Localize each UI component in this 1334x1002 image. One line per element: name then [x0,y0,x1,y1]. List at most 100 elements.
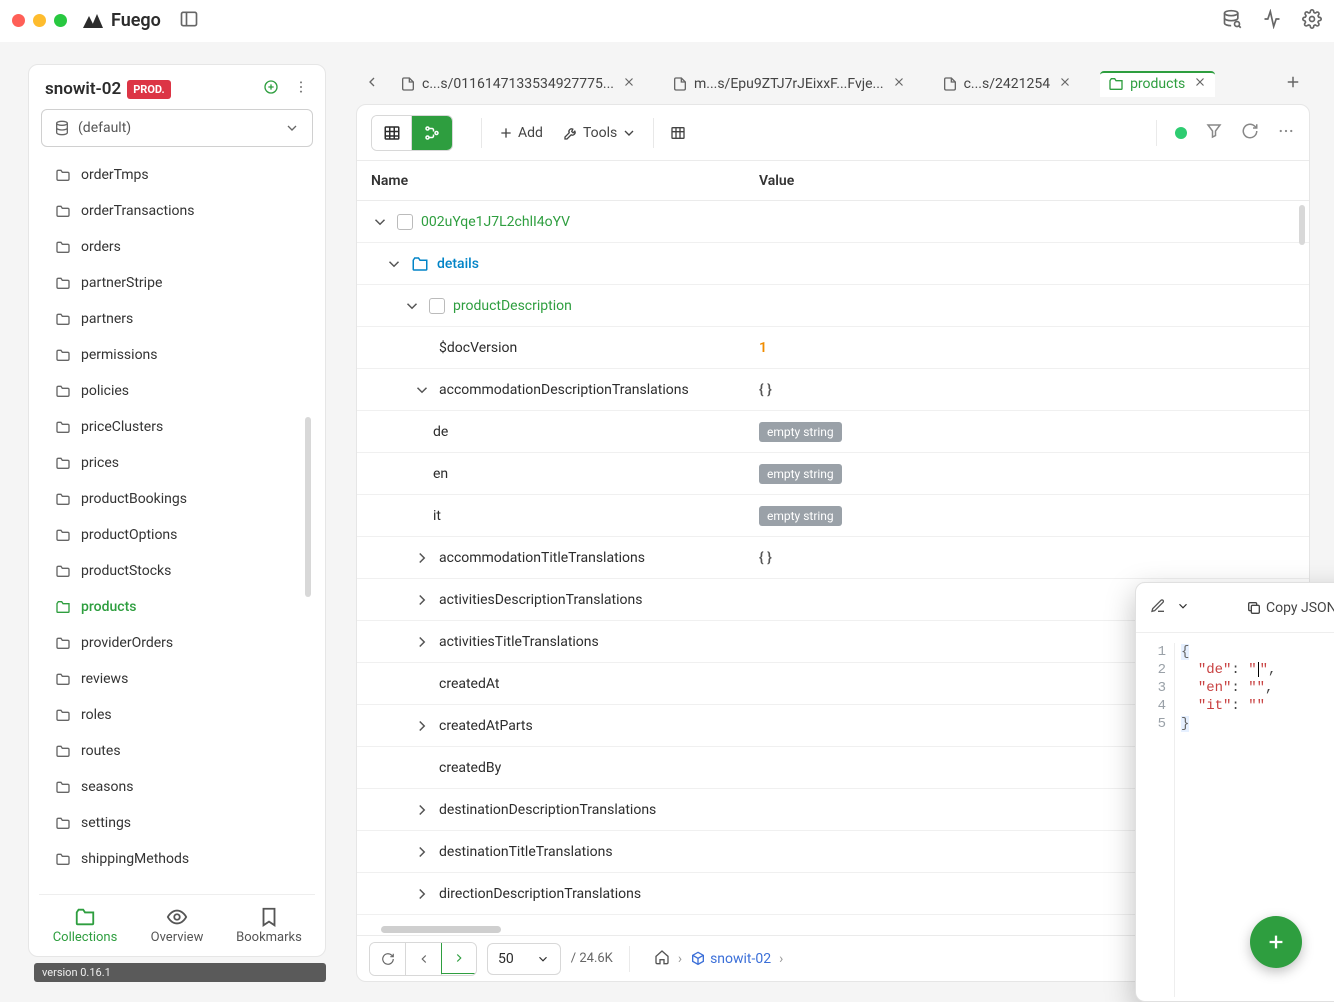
breadcrumb-project[interactable]: snowit-02 [690,951,771,967]
doc-row[interactable]: 002uYqe1J7L2chlI4oYV [357,213,759,231]
product-desc-row[interactable]: productDescription [357,297,759,315]
sidebar-item-permissions[interactable]: permissions [55,337,315,373]
sidebar-item-productStocks[interactable]: productStocks [55,553,315,589]
column-value: Value [759,173,794,189]
pager-refresh[interactable] [370,943,406,975]
sidebar-item-prices[interactable]: prices [55,445,315,481]
edit-dropdown-icon[interactable] [1176,599,1190,617]
minimize-window[interactable] [33,14,46,27]
pd-checkbox[interactable] [429,298,445,314]
grid-h-scrollbar[interactable] [381,926,501,933]
pager-next[interactable] [441,942,477,974]
sidebar-item-productOptions[interactable]: productOptions [55,517,315,553]
tab-close-icon[interactable] [892,75,906,93]
tree-view-button[interactable] [412,116,452,150]
more-icon[interactable] [1277,122,1295,144]
doc-checkbox[interactable] [397,214,413,230]
home-icon[interactable] [654,949,670,969]
editor-tab-0[interactable]: c...s/0116147133534927775... [392,71,644,97]
sidebar-toggle-icon[interactable] [179,9,199,33]
app-name: Fuego [111,10,161,31]
titlebar: Fuego [0,0,1334,42]
activity-icon[interactable] [1262,9,1282,33]
sidebar-item-reviews[interactable]: reviews [55,661,315,697]
sidebar-tab-bookmarks[interactable]: Bookmarks [223,895,315,956]
pager [369,942,477,976]
new-tab-button[interactable] [1276,73,1310,95]
tabs-back-icon[interactable] [360,74,384,94]
json-editor[interactable]: 1 2 3 4 5 { "de": "", "en": "", "it": ""… [1136,633,1334,1001]
titlebar-actions [1222,9,1322,33]
maximize-window[interactable] [54,14,67,27]
tab-close-icon[interactable] [622,75,636,93]
tab-close-icon[interactable] [1058,75,1072,93]
editor-tab-1[interactable]: m...s/Epu9ZTJ7rJEixxF...Fvje... [664,71,914,97]
copy-json-button[interactable]: Copy JSON [1246,600,1334,616]
acc-desc-row[interactable]: accommodationDescriptionTranslations [357,381,759,399]
project-add-icon[interactable] [263,79,279,99]
database-icon[interactable] [1222,9,1242,33]
sidebar-item-partnerStripe[interactable]: partnerStripe [55,265,315,301]
acc-title-row[interactable]: accommodationTitleTranslations [357,549,759,567]
status-indicator [1175,127,1187,139]
lang-de-row[interactable]: de [357,424,759,440]
lang-it-row[interactable]: it [357,508,759,524]
sidebar-item-productBookings[interactable]: productBookings [55,481,315,517]
sidebar-item-settings[interactable]: settings [55,805,315,841]
tools-button[interactable]: Tools [553,116,647,150]
fab-add-button[interactable] [1250,916,1302,968]
sidebar-item-policies[interactable]: policies [55,373,315,409]
add-button[interactable]: Add [488,116,553,150]
act-title-row[interactable]: activitiesTitleTranslations [357,633,759,651]
sidebar-item-orderTransactions[interactable]: orderTransactions [55,193,315,229]
database-select-value: (default) [78,120,131,136]
version-badge: version 0.16.1 [34,963,326,982]
tab-close-icon[interactable] [1193,75,1207,93]
columns-button[interactable] [660,116,696,150]
dest-title-row[interactable]: destinationTitleTranslations [357,843,759,861]
details-row[interactable]: details [357,255,759,273]
dest-desc-row[interactable]: destinationDescriptionTranslations [357,801,759,819]
view-mode-group [371,115,453,151]
sidebar-item-orderTmps[interactable]: orderTmps [55,157,315,193]
database-select[interactable]: (default) [41,109,313,147]
sidebar-tabs: Collections Overview Bookmarks [39,894,315,956]
refresh-icon[interactable] [1241,122,1259,144]
sidebar-tab-collections[interactable]: Collections [39,895,131,956]
editor-tab-2[interactable]: c...s/2421254 [934,71,1080,97]
filter-icon[interactable] [1205,122,1223,144]
window-controls [12,14,67,27]
created-at-row[interactable]: createdAt [357,676,759,692]
sidebar-item-partners[interactable]: partners [55,301,315,337]
pager-prev[interactable] [406,943,442,975]
editor-tabs: c...s/0116147133534927775... m...s/Epu9ZT… [356,64,1310,104]
lang-en-row[interactable]: en [357,466,759,482]
main: c...s/0116147133534927775... m...s/Epu9ZT… [356,64,1310,982]
project-name: snowit-02 [45,79,121,99]
app-logo-icon [83,14,103,28]
table-view-button[interactable] [372,116,412,150]
created-at-parts-row[interactable]: createdAtParts [357,717,759,735]
dir-desc-row[interactable]: directionDescriptionTranslations [357,885,759,903]
sidebar-item-roles[interactable]: roles [55,697,315,733]
env-badge: PROD. [127,80,170,99]
doc-version-row[interactable]: $docVersion [357,340,759,356]
sidebar-item-priceClusters[interactable]: priceClusters [55,409,315,445]
sidebar-item-shippingMethods[interactable]: shippingMethods [55,841,315,877]
project-menu-icon[interactable] [293,79,309,99]
edit-icon[interactable] [1150,598,1166,618]
created-by-row[interactable]: createdBy [357,760,759,776]
sidebar-item-routes[interactable]: routes [55,733,315,769]
sidebar-tab-overview[interactable]: Overview [131,895,223,956]
act-desc-row[interactable]: activitiesDescriptionTranslations [357,591,759,609]
page-size-select[interactable]: 50 [487,943,561,975]
close-window[interactable] [12,14,25,27]
sidebar-scrollbar[interactable] [305,417,311,597]
sidebar-item-orders[interactable]: orders [55,229,315,265]
grid-scrollbar[interactable] [1299,205,1305,245]
sidebar-item-providerOrders[interactable]: providerOrders [55,625,315,661]
sidebar-item-seasons[interactable]: seasons [55,769,315,805]
sidebar-item-products[interactable]: products [55,589,315,625]
settings-icon[interactable] [1302,9,1322,33]
editor-tab-3[interactable]: products [1100,71,1215,97]
